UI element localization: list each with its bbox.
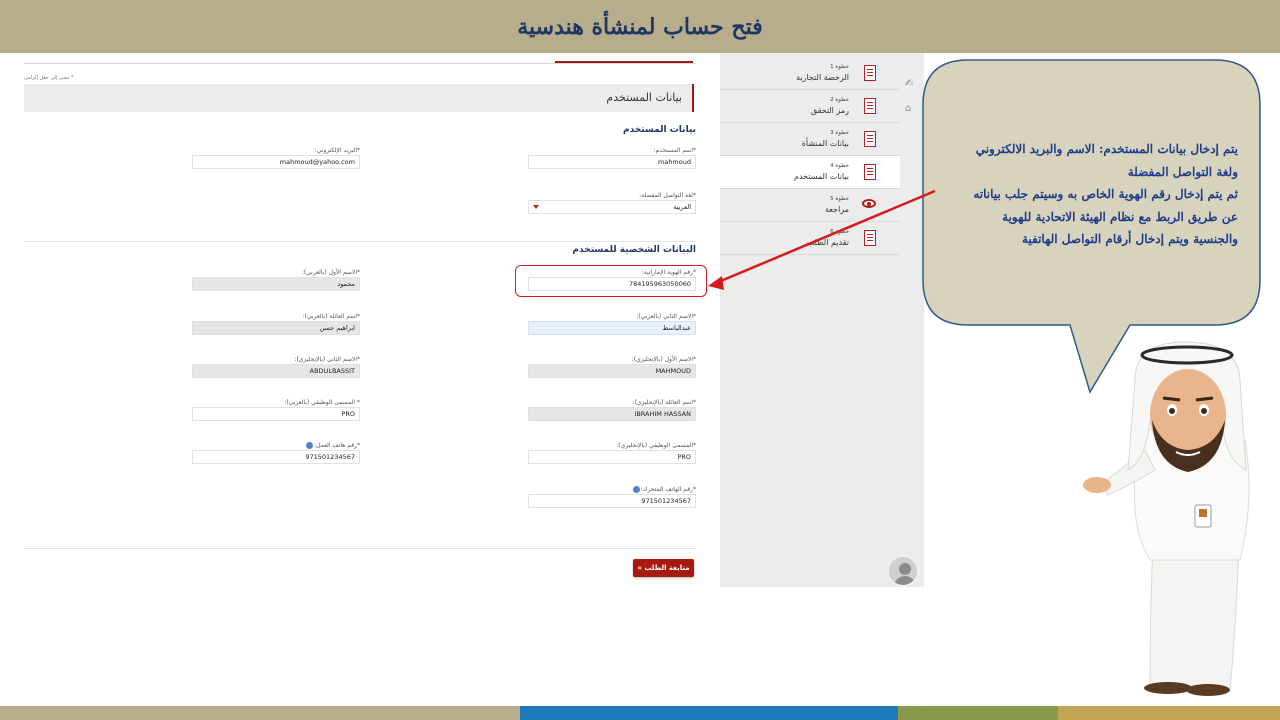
bottom-strip-segment bbox=[898, 706, 1058, 720]
character-eyebrow bbox=[1195, 396, 1214, 402]
character-pupil bbox=[1201, 408, 1207, 414]
bubble-line: ثم يتم إدخال رقم الهوية الخاص به وسيتم ج… bbox=[973, 187, 1238, 201]
character-sandal bbox=[1186, 684, 1230, 696]
pointer-arrow bbox=[715, 189, 936, 285]
bubble-line: والجنسية ويتم إدخال أرقام التواصل الهاتف… bbox=[1021, 232, 1238, 246]
bubble-line: عن طريق الربط مع نظام الهيئة الاتحادية ل… bbox=[1002, 209, 1238, 224]
bottom-strip-segment bbox=[520, 706, 898, 720]
slide: فتح حساب لمنشأة هندسية * تشير إلى حقل إل… bbox=[0, 0, 1280, 720]
character-pupil bbox=[1169, 408, 1175, 414]
character-hand bbox=[1083, 477, 1111, 493]
bubble-line: يتم إدخال بيانات المستخدم: الاسم والبريد… bbox=[975, 142, 1238, 156]
character-sandal bbox=[1144, 682, 1192, 694]
slide-graphics bbox=[0, 59, 1280, 720]
character-eyebrow bbox=[1162, 396, 1181, 402]
bubble-text: يتم إدخال بيانات المستخدم: الاسم والبريد… bbox=[932, 138, 1238, 251]
bubble-line: ولغة التواصل المفضلة bbox=[1127, 164, 1238, 179]
character-badge-photo bbox=[1199, 509, 1207, 517]
bottom-strip-segment bbox=[1058, 706, 1280, 720]
guide-character bbox=[1083, 341, 1250, 696]
bottom-strip-segment bbox=[0, 706, 520, 720]
pointer-arrowhead bbox=[708, 276, 724, 290]
